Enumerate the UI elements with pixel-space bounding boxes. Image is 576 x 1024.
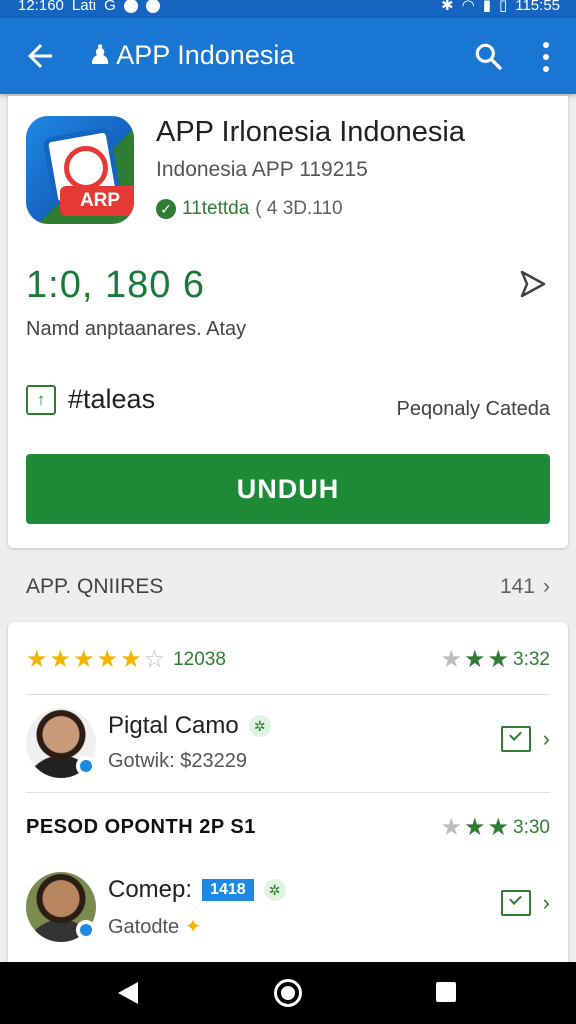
share-icon[interactable] (518, 268, 550, 300)
subsection-value: 3:30 (513, 817, 550, 838)
developer-row[interactable]: ✓ 11tettda ( 4 3D.110 (156, 198, 343, 220)
star-icon: ★ (73, 646, 95, 673)
section-title: APP. QNIIRES (26, 575, 164, 598)
tag-label: #taleas (68, 384, 156, 414)
review-author-name: Pigtal Camo (108, 712, 239, 739)
chess-piece-icon: ♟ (88, 40, 113, 70)
leaf-icon: ✲ (263, 879, 286, 901)
app-icon: ARP (26, 116, 134, 224)
subsection-heading: PESOD OPONTH 2P S1 (26, 816, 256, 838)
review-author: Comep: 1418 ✲ (108, 876, 286, 904)
upload-box-icon: ↑ (26, 384, 56, 415)
verified-badge-icon (76, 920, 96, 940)
bluetooth-icon: ✱ (441, 0, 454, 14)
status-time-right: 115:55 (515, 0, 560, 14)
checkbox-icon[interactable] (500, 890, 531, 916)
divider (26, 792, 550, 793)
star-icon: ★ (96, 646, 119, 673)
rating-count: 12038 (173, 649, 226, 670)
subsection-rating: ★ ★ ★ 3:30 (440, 816, 550, 840)
sparkle-icon: ✦ (184, 916, 202, 938)
rating-summary: ★ ★ ★ ★ ★ ☆ 12038 (26, 648, 226, 672)
wifi-icon: ◠ (461, 0, 475, 14)
developer-name: 11tettda (182, 198, 250, 219)
app-subtitle: Indonesia APP 119215 (156, 158, 368, 181)
app-version: ( 4 3D.110 (255, 198, 343, 219)
app-bar: ♟ APP Indonesia (0, 18, 576, 94)
nav-home-icon[interactable] (274, 979, 302, 1007)
star-empty-icon: ★ (440, 646, 462, 673)
review-author-name: Comep: (108, 876, 193, 903)
star-icon: ★ (120, 646, 142, 673)
app-description: Namd anptaanares. Atay (26, 318, 247, 340)
more-options-icon[interactable] (536, 40, 556, 74)
chevron-right-icon: › (542, 726, 550, 751)
app-bar-title-text: APP Indonesia (116, 40, 295, 70)
star-icon: ★ (463, 814, 486, 841)
review-action[interactable]: › (500, 890, 550, 916)
chevron-right-icon: › (543, 575, 550, 598)
verified-badge-icon (76, 756, 96, 776)
chevron-right-icon: › (542, 890, 550, 915)
status-time-left: 12:160 (18, 0, 64, 14)
review-author: Pigtal Camo ✲ (108, 712, 271, 740)
system-nav-bar (0, 962, 576, 1024)
category-label[interactable]: Peqonaly Cateda (397, 398, 550, 421)
signal-icon: ▮ (482, 0, 491, 14)
section-count: 141 (499, 575, 535, 598)
verified-check-icon: ✓ (156, 199, 176, 219)
checkbox-icon[interactable] (500, 726, 531, 752)
star-icon: ★ (487, 814, 510, 841)
leaf-icon: ✲ (248, 715, 271, 737)
battery-icon: ▯ (498, 0, 508, 14)
tag-row[interactable]: ↑ #taleas (26, 384, 155, 415)
star-icon: ★ (463, 646, 486, 673)
rating-right-value: 3:32 (513, 649, 550, 670)
star-empty-icon: ☆ (143, 646, 166, 673)
star-icon: ★ (49, 646, 72, 673)
review-subtitle-text: Gatodte (108, 916, 180, 938)
app-icon-badge: ARP (60, 186, 134, 216)
status-g: G (104, 0, 116, 14)
app-bar-title: ♟ APP Indonesia (88, 40, 294, 71)
nav-recents-icon[interactable] (436, 982, 456, 1002)
divider (26, 694, 550, 695)
nav-back-icon[interactable] (118, 982, 138, 1004)
install-button[interactable]: UNDUH (26, 454, 550, 524)
review-chip: 1418 (202, 879, 254, 901)
download-count: 1:0, 180 6 (26, 264, 206, 306)
star-empty-icon: ★ (440, 814, 462, 841)
status-bar: 12:160 Lati G ✱ ◠ ▮ ▯ 115:55 (0, 0, 576, 18)
star-icon: ★ (487, 646, 510, 673)
notification-icon (123, 0, 138, 13)
app-name: APP Irlonesia Indonesia (156, 116, 466, 148)
review-subtitle: Gatodte ✦ (108, 914, 202, 939)
star-icon: ★ (26, 646, 48, 673)
review-item[interactable]: Comep: 1418 ✲ Gatodte ✦ › (26, 872, 550, 962)
section-more-link[interactable]: 141 › (500, 575, 550, 599)
review-action[interactable]: › (500, 726, 550, 752)
review-item[interactable]: Pigtal Camo ✲ Gotwik: $23229 › (26, 708, 550, 798)
reviews-card: ★ ★ ★ ★ ★ ☆ 12038 ★ ★ ★ 3:32 Pigtal Camo… (8, 622, 568, 962)
rating-right: ★ ★ ★ 3:32 (440, 648, 550, 672)
search-icon[interactable] (472, 40, 504, 72)
app-details-card: ARP APP Irlonesia Indonesia Indonesia AP… (8, 96, 568, 548)
status-network: Lati (71, 0, 97, 14)
back-arrow-icon[interactable] (22, 38, 58, 74)
review-subtitle: Gotwik: $23229 (108, 750, 247, 772)
add-notification-icon (145, 0, 160, 13)
